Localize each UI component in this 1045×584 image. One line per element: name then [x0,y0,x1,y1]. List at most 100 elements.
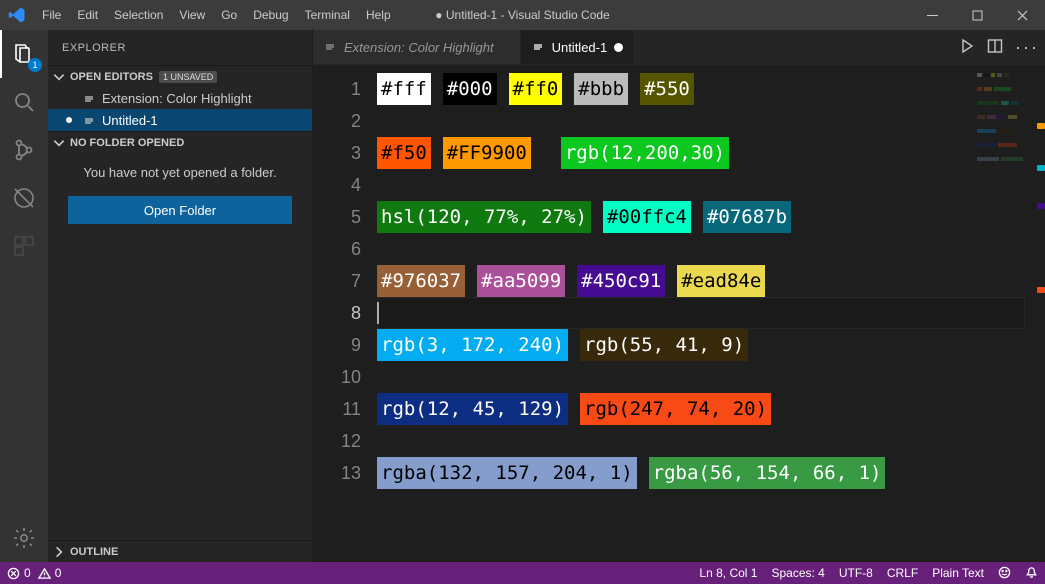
code-line[interactable]: hsl(120, 77%, 27%) #00ffc4 #07687b [377,201,1045,233]
status-lang[interactable]: Plain Text [925,566,991,580]
activity-debug[interactable] [0,174,48,222]
menu-edit[interactable]: Edit [69,0,106,30]
overview-ruler[interactable] [1031,65,1045,562]
status-encoding[interactable]: UTF-8 [832,566,880,580]
code-line[interactable]: #976037#aa5099#450c91#ead84e [377,265,1045,297]
open-editors-label: OPEN EDITORS [70,71,153,83]
color-token: hsl(120, 77%, 27%) [377,201,591,233]
editor-tab[interactable]: Untitled-1 [521,30,635,64]
sidebar-title: EXPLORER [48,30,312,65]
activity-bar: 1 [0,30,48,562]
line-number: 12 [313,425,361,457]
activity-search[interactable] [0,78,48,126]
activity-settings[interactable] [0,514,48,562]
color-token: #f50 [377,137,431,169]
window-maximize[interactable] [955,0,1000,30]
window-minimize[interactable] [910,0,955,30]
color-token: #450c91 [577,265,665,297]
tab-modified-icon [614,43,623,52]
line-number: 5 [313,201,361,233]
status-eol[interactable]: CRLF [880,566,925,580]
menu-debug[interactable]: Debug [245,0,296,30]
code-line[interactable]: #f50#FF9900rgb(12,200,30) [377,137,1045,169]
code-line[interactable]: rgb(3, 172, 240) rgb(55, 41, 9) [377,329,1045,361]
status-errors[interactable]: 0 [0,562,38,584]
run-icon[interactable] [959,38,975,57]
status-warnings[interactable]: 0 [38,562,69,584]
open-editors-header[interactable]: OPEN EDITORS 1 UNSAVED [48,65,312,87]
color-token: #ead84e [677,265,765,297]
status-feedback-icon[interactable] [991,566,1018,579]
text-editor[interactable]: 12345678910111213 #fff#000#ff0#bbb#550#f… [313,65,1045,562]
file-icon [531,40,545,54]
color-token: rgb(3, 172, 240) [377,329,568,361]
status-indent[interactable]: Spaces: 4 [764,566,831,580]
color-token: rgb(12,200,30) [561,137,729,169]
editor-tab[interactable]: Extension: Color Highlight [313,30,521,64]
status-cursor[interactable]: Ln 8, Col 1 [692,566,764,580]
line-number: 8 [313,297,361,329]
more-actions-icon[interactable]: ··· [1015,37,1039,58]
color-token: rgba(56, 154, 66, 1) [649,457,886,489]
app-logo [0,6,34,24]
color-token: rgb(12, 45, 129) [377,393,568,425]
color-token: #550 [640,73,694,105]
code-line[interactable] [377,233,1045,265]
window-close[interactable] [1000,0,1045,30]
overview-marker[interactable] [1037,203,1045,209]
line-number: 13 [313,457,361,489]
open-folder-button[interactable]: Open Folder [68,196,292,224]
code-line[interactable]: #fff#000#ff0#bbb#550 [377,73,1045,105]
cursor [377,302,379,324]
color-token: rgb(55, 41, 9) [580,329,748,361]
code-line[interactable] [377,425,1045,457]
line-number: 6 [313,233,361,265]
folder-header[interactable]: NO FOLDER OPENED [48,131,312,153]
color-token: #bbb [574,73,628,105]
overview-marker[interactable] [1037,165,1045,171]
menu-selection[interactable]: Selection [106,0,171,30]
line-numbers: 12345678910111213 [313,65,377,562]
line-number: 7 [313,265,361,297]
code-line[interactable] [377,169,1045,201]
editor-actions: ··· [959,30,1045,64]
overview-marker[interactable] [1037,287,1045,293]
code-line[interactable]: rgb(12, 45, 129) rgb(247, 74, 20) [377,393,1045,425]
color-token: #aa5099 [477,265,565,297]
color-token: #ff0 [509,73,563,105]
open-editor-item[interactable]: Untitled-1 [48,109,312,131]
line-number: 4 [313,169,361,201]
code-line[interactable] [377,361,1045,393]
code-line[interactable] [377,105,1045,137]
errors-count: 0 [24,566,31,580]
outline-header[interactable]: OUTLINE [48,540,312,562]
line-number: 1 [313,73,361,105]
unsaved-badge: 1 UNSAVED [159,71,217,83]
code-content[interactable]: #fff#000#ff0#bbb#550#f50#FF9900rgb(12,20… [377,65,1045,562]
menu-go[interactable]: Go [213,0,245,30]
file-icon [323,40,337,54]
editor-group: Extension: Color HighlightUntitled-1 ···… [313,30,1045,562]
color-token: #00ffc4 [603,201,691,233]
menu-help[interactable]: Help [358,0,399,30]
code-line[interactable] [377,297,1025,329]
line-number: 3 [313,137,361,169]
activity-extensions[interactable] [0,222,48,270]
activity-explorer[interactable]: 1 [0,30,48,78]
overview-marker[interactable] [1037,123,1045,129]
code-line[interactable]: rgba(132, 157, 204, 1)rgba(56, 154, 66, … [377,457,1045,489]
menu-file[interactable]: File [34,0,69,30]
open-editor-label: Untitled-1 [102,113,158,128]
color-token: rgb(247, 74, 20) [580,393,771,425]
minimap[interactable] [977,73,1031,193]
menu-terminal[interactable]: Terminal [297,0,358,30]
status-bell-icon[interactable] [1018,566,1045,579]
menu-view[interactable]: View [171,0,213,30]
color-token: #fff [377,73,431,105]
activity-scm[interactable] [0,126,48,174]
split-editor-icon[interactable] [987,38,1003,57]
line-number: 9 [313,329,361,361]
color-token: #07687b [703,201,791,233]
outline-label: OUTLINE [70,546,118,558]
open-editor-item[interactable]: Extension: Color Highlight [48,87,312,109]
